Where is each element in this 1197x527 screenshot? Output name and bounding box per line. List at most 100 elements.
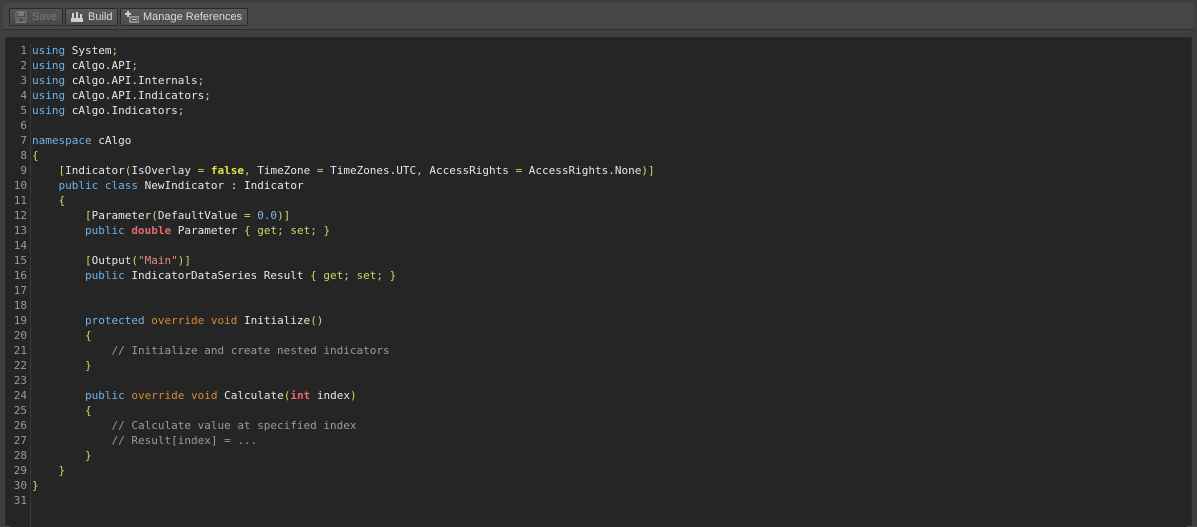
code-token: ): [349, 389, 357, 402]
code-token: class: [104, 179, 138, 192]
code-token: )]: [641, 164, 655, 177]
code-text: using cAlgo.API;: [32, 58, 138, 73]
code-text: using cAlgo.API.Internals;: [32, 73, 204, 88]
code-token: cAlgo.API: [65, 59, 132, 72]
line-number: 12: [13, 209, 27, 222]
code-token: ;: [177, 104, 185, 117]
code-text: protected override void Initialize(): [32, 313, 323, 328]
code-lines: 1 using System; 2 using cAlgo.API; 3 using cA…: [10, 43, 1187, 508]
code-token: cAlgo.Indicators: [65, 104, 178, 117]
code-line: 9 [Indicator(IsOverlay = false, TimeZone…: [10, 163, 1187, 178]
code-text: public double Parameter { get; set; }: [32, 223, 330, 238]
code-token: false: [210, 164, 244, 177]
line-number: 15: [13, 254, 27, 267]
code-line: 16 public IndicatorDataSeries Result { g…: [10, 268, 1187, 283]
code-text: {: [32, 148, 39, 163]
line-number: 11: [13, 194, 27, 207]
code-token: using: [32, 89, 66, 102]
code-token: double: [131, 224, 172, 237]
code-token: }: [323, 224, 331, 237]
line-number: 19: [13, 314, 27, 327]
code-line: 22 }: [10, 358, 1187, 373]
references-icon: [125, 11, 139, 23]
line-number: 23: [13, 374, 27, 387]
code-token: TimeZone: [250, 164, 317, 177]
code-text: {: [32, 328, 92, 343]
code-token: get;: [257, 224, 284, 237]
code-line: 18: [10, 298, 1187, 313]
code-line: 29 }: [10, 463, 1187, 478]
code-text: using cAlgo.Indicators;: [32, 103, 184, 118]
line-number: 21: [13, 344, 27, 357]
code-token: Calculate: [217, 389, 284, 402]
line-number: 2: [20, 59, 27, 72]
code-line: 15 [Output("Main")]: [10, 253, 1187, 268]
code-token: (: [151, 209, 158, 222]
line-number: 22: [13, 359, 27, 372]
save-button-label: Save: [32, 11, 58, 23]
code-token: [: [84, 254, 92, 267]
editor-panel: 1 using System; 2 using cAlgo.API; 3 using cA…: [5, 37, 1192, 527]
code-text: }: [32, 358, 92, 373]
build-button-label: Build: [88, 11, 113, 23]
code-line: 6: [10, 118, 1187, 133]
code-text: [Output("Main")]: [32, 253, 191, 268]
code-token: (: [131, 254, 138, 267]
code-token: 0.0: [257, 209, 278, 222]
code-text: {: [32, 403, 92, 418]
code-token: System: [65, 44, 112, 57]
code-token: {: [58, 194, 66, 207]
line-number: 20: [13, 329, 27, 342]
code-token: override: [131, 389, 185, 402]
line-number: 29: [13, 464, 27, 477]
build-button[interactable]: Build: [65, 8, 119, 26]
line-number: 18: [13, 299, 27, 312]
code-token: // Initialize and create nested indicato…: [111, 344, 390, 357]
code-token: Parameter: [91, 209, 152, 222]
line-number: 27: [13, 434, 27, 447]
line-number: 5: [20, 104, 27, 117]
line-number: 14: [13, 239, 27, 252]
manage-references-button[interactable]: Manage References: [120, 8, 249, 26]
code-token: public: [84, 269, 125, 282]
line-number: 25: [13, 404, 27, 417]
code-token: DefaultValue: [157, 209, 244, 222]
code-token: using: [32, 59, 66, 72]
code-token: [: [84, 209, 92, 222]
line-number: 6: [20, 119, 27, 132]
code-text: {: [32, 193, 66, 208]
line-number: 28: [13, 449, 27, 462]
code-token: }: [32, 479, 39, 492]
code-line: 19 protected override void Initialize(): [10, 313, 1187, 328]
code-token: AccessRights: [422, 164, 516, 177]
code-line: 17: [10, 283, 1187, 298]
build-icon: [71, 12, 83, 22]
line-number: 16: [13, 269, 27, 282]
code-text: public IndicatorDataSeries Result { get;…: [32, 268, 396, 283]
code-line: 8{: [10, 148, 1187, 163]
line-number: 8: [20, 149, 27, 162]
code-token: Parameter: [171, 224, 244, 237]
line-number: 1: [20, 44, 27, 57]
code-editor-window: Save Build Manage References 1 using Sys…: [0, 0, 1197, 527]
code-text: // Result[index] = ...: [32, 433, 257, 448]
code-editor[interactable]: 1 using System; 2 using cAlgo.API; 3 using cA…: [10, 43, 1187, 527]
code-line: 31: [10, 493, 1187, 508]
save-button[interactable]: Save: [9, 8, 64, 26]
code-token: public: [84, 389, 125, 402]
code-token: using: [32, 44, 66, 57]
code-line: 1 using System;: [10, 43, 1187, 58]
code-token: }: [389, 269, 397, 282]
code-token: using: [32, 104, 66, 117]
